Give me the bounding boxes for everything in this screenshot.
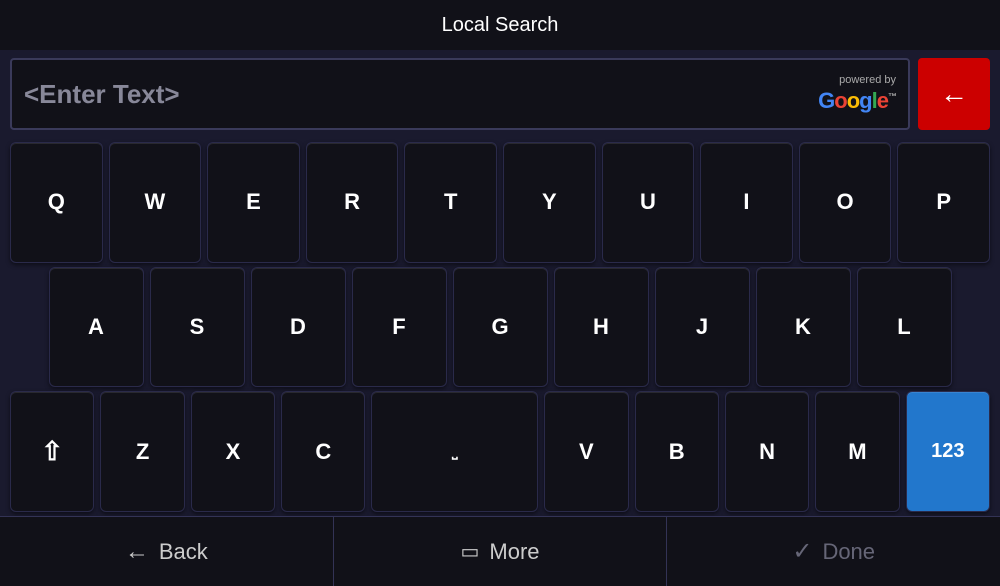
key-s[interactable]: S (150, 267, 245, 388)
key-o[interactable]: O (799, 142, 892, 263)
search-input-wrapper[interactable]: <Enter Text> powered by Google™ (10, 58, 910, 130)
key-m[interactable]: M (815, 391, 899, 512)
key-t[interactable]: T (404, 142, 497, 263)
space-key[interactable]: ⎵ (371, 391, 538, 512)
key-123[interactable]: 123 (906, 391, 990, 512)
key-w[interactable]: W (109, 142, 202, 263)
keyboard-row-1: Q W E R T Y U I O P (10, 142, 990, 263)
key-p[interactable]: P (897, 142, 990, 263)
key-l[interactable]: L (857, 267, 952, 388)
key-a[interactable]: A (49, 267, 144, 388)
key-x[interactable]: X (191, 391, 275, 512)
keyboard-row-3: ⇧ Z X C ⎵ V B N M 123 (10, 391, 990, 512)
key-h[interactable]: H (554, 267, 649, 388)
key-q[interactable]: Q (10, 142, 103, 263)
key-b[interactable]: B (635, 391, 719, 512)
key-k[interactable]: K (756, 267, 851, 388)
search-placeholder: <Enter Text> (24, 79, 180, 110)
shift-key[interactable]: ⇧ (10, 391, 94, 512)
google-badge: powered by Google™ (818, 74, 896, 114)
more-icon: ▭ (460, 539, 479, 564)
search-area: <Enter Text> powered by Google™ ← (0, 50, 1000, 138)
back-button[interactable]: ← Back (0, 517, 334, 586)
backspace-button[interactable]: ← (918, 58, 990, 130)
done-icon: ✓ (792, 537, 812, 566)
key-g[interactable]: G (453, 267, 548, 388)
key-j[interactable]: J (655, 267, 750, 388)
key-v[interactable]: V (544, 391, 628, 512)
done-label: Done (822, 539, 875, 565)
done-button[interactable]: ✓ Done (667, 517, 1000, 586)
more-button[interactable]: ▭ More (334, 517, 668, 586)
key-u[interactable]: U (602, 142, 695, 263)
key-r[interactable]: R (306, 142, 399, 263)
key-d[interactable]: D (251, 267, 346, 388)
google-tm: ™ (888, 92, 896, 102)
back-label: Back (159, 539, 208, 565)
key-i[interactable]: I (700, 142, 793, 263)
key-c[interactable]: C (281, 391, 365, 512)
backspace-icon: ← (940, 78, 968, 110)
bottom-bar: ← Back ▭ More ✓ Done (0, 516, 1000, 586)
keyboard-area: Q W E R T Y U I O P A S D F G H J K L ⇧ … (0, 138, 1000, 516)
back-icon: ← (125, 538, 149, 566)
key-e[interactable]: E (207, 142, 300, 263)
page-title: Local Search (442, 14, 559, 37)
key-n[interactable]: N (725, 391, 809, 512)
powered-by-text: powered by (839, 74, 896, 86)
key-f[interactable]: F (352, 267, 447, 388)
keyboard-row-2: A S D F G H J K L (10, 267, 990, 388)
google-logo: Google™ (818, 88, 896, 114)
key-z[interactable]: Z (100, 391, 184, 512)
title-bar: Local Search (0, 0, 1000, 50)
more-label: More (489, 539, 539, 565)
key-y[interactable]: Y (503, 142, 596, 263)
